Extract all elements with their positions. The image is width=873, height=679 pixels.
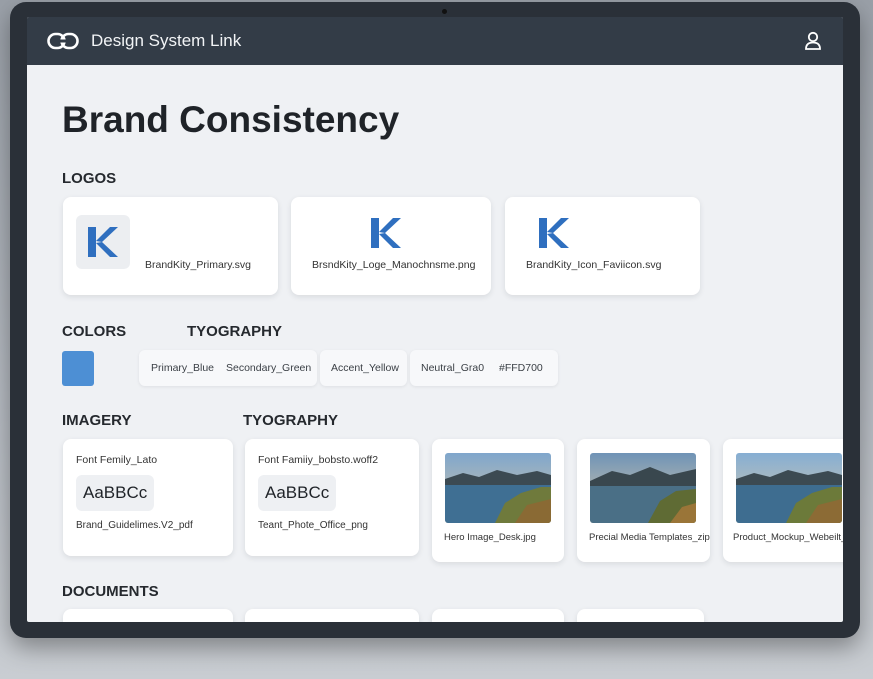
logo-thumbnail <box>364 211 408 255</box>
color-chip-accent[interactable]: Accent_Yellow <box>320 350 407 386</box>
lake-photo <box>590 453 696 523</box>
color-chip-neutral[interactable]: Neutral_Gra0 #FFD700 <box>410 350 558 386</box>
color-swatch-primary[interactable] <box>62 351 94 386</box>
section-documents: DOCUMENTS <box>62 583 159 600</box>
section-imagery: IMAGERY <box>62 412 132 429</box>
document-card[interactable] <box>245 609 419 622</box>
color-name: Primary_Blue <box>151 362 215 374</box>
brand-k-icon <box>371 218 401 248</box>
font-sample: AaBBCc <box>76 475 155 511</box>
font-family-label: Font Femily_Lato <box>76 454 158 466</box>
image-card-hero[interactable]: Hero Image_Desk.jpg <box>432 439 564 562</box>
image-card-media-templates[interactable]: Precial Media Templates_zip <box>577 439 710 562</box>
color-chip-primary-secondary[interactable]: Primary_Blue Secondary_Green <box>139 350 317 386</box>
document-card[interactable] <box>432 609 564 622</box>
image-caption: Product_Mockup_Webeilt_ <box>733 532 843 543</box>
file-name: Teant_Phote_Office_png <box>258 520 368 531</box>
font-family-label: Font Famiiy_bobsto.woff2 <box>258 454 379 466</box>
page-title: Brand Consistency <box>62 99 400 140</box>
file-name: Brand_Guidelimes.V2_pdf <box>76 520 193 531</box>
logo-file-name: BrandKity_Primary.svg <box>145 259 252 271</box>
color-name: Neutral_Gra0 <box>421 362 485 374</box>
image-caption: Precial Media Templates_zip <box>589 532 710 543</box>
font-card-lato[interactable]: Font Femily_Lato AaBBCc Brand_Guidelimes… <box>63 439 233 556</box>
section-colors: COLORS <box>62 323 127 340</box>
logo-card-primary[interactable]: BrandKity_Primary.svg <box>63 197 278 295</box>
screen: Design System Link Brand Consistency LOG… <box>27 17 843 622</box>
user-icon[interactable] <box>804 31 822 51</box>
app-title: Design System Link <box>91 31 242 50</box>
brand-k-icon <box>88 227 118 257</box>
chain-link-icon[interactable] <box>47 31 79 51</box>
brand-k-icon <box>539 218 569 248</box>
logo-file-name: BrsndKity_Loge_Manochnsme.png <box>312 259 476 271</box>
image-card-product-mockup[interactable]: Product_Mockup_Webeilt_ <box>723 439 843 562</box>
camera-dot <box>442 9 447 14</box>
color-name: Accent_Yellow <box>331 362 399 374</box>
section-typography-2: TYOGRAPHY <box>243 412 339 429</box>
document-card[interactable] <box>63 609 233 622</box>
image-caption: Hero Image_Desk.jpg <box>444 532 536 543</box>
logo-thumbnail <box>532 211 576 255</box>
logo-file-name: BrandKity_Icon_Faviicon.svg <box>526 259 662 271</box>
section-typography: TYOGRAPHY <box>187 323 283 340</box>
lake-photo <box>736 453 842 523</box>
section-logos: LOGOS <box>62 170 117 187</box>
color-name: Secondary_Green <box>226 362 312 374</box>
top-bar: Design System Link <box>27 17 843 65</box>
lake-photo <box>445 453 551 523</box>
logo-thumbnail <box>76 215 130 269</box>
font-sample: AaBBCc <box>258 475 337 511</box>
color-hex: #FFD700 <box>499 362 543 374</box>
font-card-bobsto[interactable]: Font Famiiy_bobsto.woff2 AaBBCc Teant_Ph… <box>245 439 419 556</box>
document-card[interactable] <box>577 609 704 622</box>
logo-card-favicon[interactable]: BrandKity_Icon_Faviicon.svg <box>505 197 700 295</box>
logo-card-monochrome[interactable]: BrsndKity_Loge_Manochnsme.png <box>291 197 491 295</box>
